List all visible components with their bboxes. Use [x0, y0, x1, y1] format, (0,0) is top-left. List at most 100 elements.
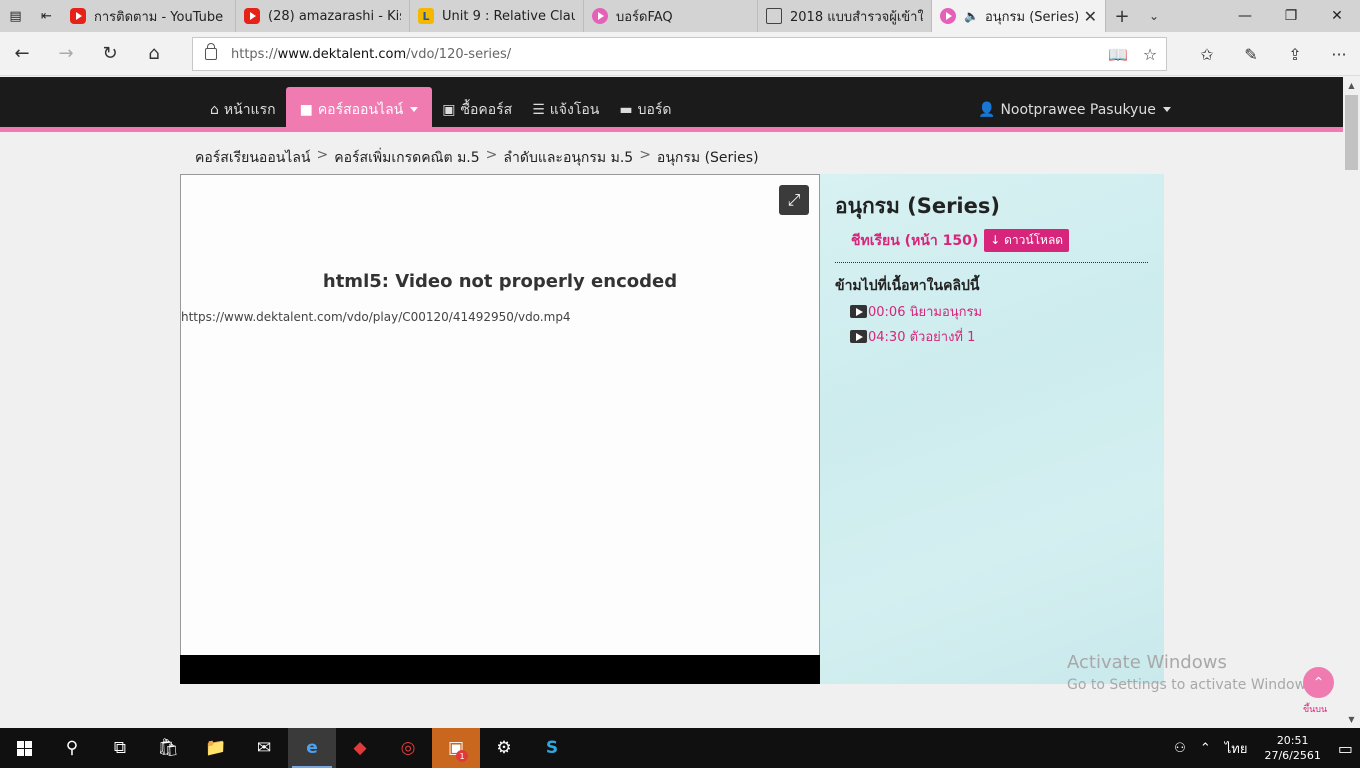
chapters-heading: ข้ามไปที่เนื้อหาในคลิปนี้ [835, 278, 980, 294]
scroll-up-icon[interactable]: ▲ [1343, 77, 1360, 94]
close-tab-icon[interactable]: ✕ [1084, 7, 1097, 26]
chapter-label: 04:30 ตัวอย่างที่ 1 [868, 330, 976, 345]
back-to-top-button[interactable]: ⌃ [1303, 667, 1334, 698]
reading-view-icon[interactable]: 📖 [1102, 45, 1134, 64]
favorite-star-icon[interactable]: ☆ [1134, 45, 1166, 64]
youtube-icon [244, 8, 260, 24]
site-menu: ⌂ หน้าแรก ■ คอร์สออนไลน์ ▣ ซื้อคอร์ส ☰ แ… [200, 87, 681, 132]
breadcrumb-item[interactable]: คอร์สเพิ่มเกรดคณิต ม.5 [334, 147, 479, 169]
video-control-bar[interactable] [180, 655, 820, 684]
browser-tab-active[interactable]: 🔈 อนุกรม (Series) ✕ [932, 0, 1106, 32]
set-tabs-aside-icon[interactable]: ⇤ [31, 0, 62, 32]
minimize-icon[interactable]: — [1222, 0, 1268, 32]
menu-item-payment-notice[interactable]: ☰ แจ้งโอน [522, 87, 609, 132]
store-icon[interactable]: 🛍 [144, 728, 192, 768]
chapter-link[interactable]: 00:06 นิยามอนุกรม [850, 301, 1148, 322]
scroll-down-icon[interactable]: ▼ [1343, 711, 1360, 728]
page-icon [766, 8, 782, 24]
breadcrumb-current: อนุกรม (Series) [656, 150, 759, 166]
scroll-thumb[interactable] [1345, 95, 1358, 170]
dektalent-icon [592, 8, 608, 24]
url-host: www.dektalent.com [277, 46, 407, 62]
refresh-icon[interactable]: ↻ [88, 32, 132, 76]
clock-time: 20:51 [1276, 734, 1309, 747]
chapter-label: 00:06 นิยามอนุกรม [868, 305, 983, 320]
breadcrumb-separator: > [639, 147, 651, 163]
more-icon[interactable]: ··· [1317, 32, 1360, 76]
browser-tab[interactable]: L Unit 9 : Relative Clause [410, 0, 584, 32]
mail-icon[interactable]: ✉ [240, 728, 288, 768]
browser-tab[interactable]: 2018 แบบสำรวจผู้เข้าใช้บ [758, 0, 932, 32]
tab-actions-icon[interactable]: ▤ [0, 0, 31, 32]
window-close-icon[interactable]: ✕ [1314, 0, 1360, 32]
menu-label: คอร์สออนไลน์ [317, 101, 404, 118]
browser-tab[interactable]: บอร์ดFAQ [584, 0, 758, 32]
people-icon[interactable]: ⚇ [1167, 741, 1193, 756]
breadcrumb-item[interactable]: คอร์สเรียนออนไลน์ [195, 147, 311, 169]
menu-item-board[interactable]: ▬ บอร์ด [609, 87, 681, 132]
watermark-line: Activate Windows [1067, 652, 1227, 673]
download-button[interactable]: ↓ ดาวน์โหลด [984, 229, 1070, 252]
site-navbar: ⌂ หน้าแรก ■ คอร์สออนไลน์ ▣ ซื้อคอร์ส ☰ แ… [0, 77, 1343, 132]
list-icon: ☰ [532, 101, 545, 118]
menu-label: หน้าแรก [223, 101, 276, 118]
menu-item-online-courses[interactable]: ■ คอร์สออนไลน์ [285, 87, 433, 132]
file-explorer-icon[interactable]: 📁 [192, 728, 240, 768]
edge-browser-icon[interactable]: e [288, 728, 336, 768]
language-indicator[interactable]: ไทย [1218, 738, 1255, 759]
garena-icon[interactable]: ◆ [336, 728, 384, 768]
breadcrumb-item[interactable]: ลำดับและอนุกรม ม.5 [503, 147, 633, 169]
play-icon [850, 305, 867, 318]
tab-title: การติดตาม - YouTube [94, 9, 224, 25]
tab-title: อนุกรม (Series) [984, 9, 1078, 25]
briefcase-icon: ▣ [442, 101, 456, 118]
favorites-hub-icon[interactable]: ✩ [1185, 32, 1229, 76]
address-bar[interactable]: https://www.dektalent.com/vdo/120-series… [192, 37, 1167, 71]
menu-label: ซื้อคอร์ส [460, 101, 513, 118]
creative-cloud-icon[interactable]: ◎ [384, 728, 432, 768]
page-scrollbar[interactable]: ▲ ▼ [1343, 77, 1360, 728]
home-icon: ⌂ [210, 101, 219, 118]
steam-icon[interactable]: ⚙ [480, 728, 528, 768]
play-icon [850, 330, 867, 343]
video-camera-icon: ■ [299, 101, 313, 118]
video-player[interactable]: ⤢ html5: Video not properly encoded http… [180, 174, 820, 684]
new-tab-icon[interactable]: + [1106, 0, 1138, 32]
video-error-message: html5: Video not properly encoded [322, 271, 678, 292]
share-icon[interactable]: ⇪ [1273, 32, 1317, 76]
menu-item-buy-course[interactable]: ▣ ซื้อคอร์ส [432, 87, 522, 132]
action-center-icon[interactable]: ▭ [1331, 739, 1360, 758]
breadcrumb-separator: > [485, 147, 498, 163]
sheet-label: ชีทเรียน (หน้า 150) [851, 232, 979, 249]
menu-item-home[interactable]: ⌂ หน้าแรก [200, 87, 286, 132]
game-app-icon[interactable]: ▣ 1 [432, 728, 480, 768]
back-icon[interactable]: ← [0, 32, 44, 76]
caret-down-icon [410, 107, 419, 112]
fullscreen-icon[interactable]: ⤢ [779, 185, 809, 215]
breadcrumb: คอร์สเรียนออนไลน์ > คอร์สเพิ่มเกรดคณิต ม… [195, 147, 759, 169]
lock-icon [205, 43, 217, 60]
notification-badge: 1 [456, 750, 468, 762]
tab-title: (28) amazarashi - Kiset [268, 8, 401, 24]
speaker-icon[interactable]: 🔈 [964, 9, 979, 23]
restore-icon[interactable]: ❐ [1268, 0, 1314, 32]
pen-icon[interactable]: ✎ [1229, 32, 1273, 76]
skype-icon[interactable]: S [528, 728, 576, 768]
user-menu[interactable]: 👤 Nootprawee Pasukyue [978, 87, 1171, 132]
menu-label: แจ้งโอน [549, 101, 600, 118]
home-icon[interactable]: ⌂ [132, 32, 176, 76]
comment-icon: ▬ [619, 101, 633, 118]
browser-tab[interactable]: (28) amazarashi - Kiset [236, 0, 410, 32]
task-view-icon[interactable]: ⧉ [96, 728, 144, 768]
url-text[interactable]: https://www.dektalent.com/vdo/120-series… [231, 47, 511, 62]
browser-tab[interactable]: การติดตาม - YouTube [62, 0, 236, 32]
tray-chevron-icon[interactable]: ⌃ [1193, 741, 1218, 756]
forward-icon[interactable]: → [44, 32, 88, 76]
tab-list-chevron-icon[interactable]: ⌄ [1138, 0, 1170, 32]
page-viewport: ⌂ หน้าแรก ■ คอร์สออนไลน์ ▣ ซื้อคอร์ส ☰ แ… [0, 77, 1343, 728]
start-button[interactable] [0, 728, 48, 768]
system-tray: ⚇ ⌃ ไทย 20:51 27/6/2561 ▭ [1167, 728, 1360, 768]
chapter-link[interactable]: 04:30 ตัวอย่างที่ 1 [850, 326, 1148, 347]
search-icon[interactable]: ⚲ [48, 728, 96, 768]
clock[interactable]: 20:51 27/6/2561 [1254, 733, 1330, 763]
